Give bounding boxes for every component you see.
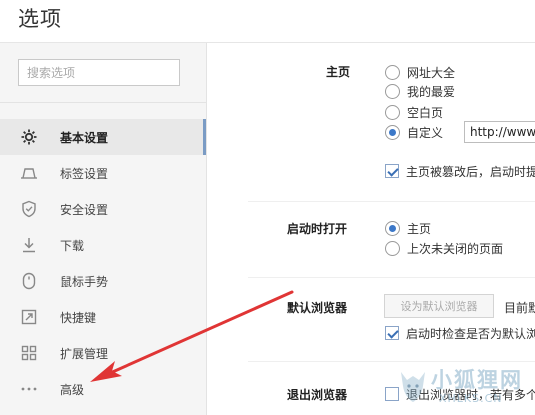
- radio-button[interactable]: [385, 240, 400, 256]
- option-label: 自定义: [407, 125, 444, 140]
- sidebar-item-label: 下载: [60, 238, 85, 253]
- page-title: 选项: [18, 7, 62, 31]
- download-icon: [19, 235, 39, 255]
- mouse-icon: [19, 271, 39, 291]
- watermark: 小狐狸网 XHLKS.CN: [395, 358, 535, 413]
- extensions-icon: [19, 343, 39, 363]
- exit-browser-label: 退出浏览器: [287, 388, 348, 402]
- shield-icon: [19, 199, 39, 219]
- more-icon: [19, 379, 39, 399]
- sidebar-item-mouse-gestures[interactable]: 鼠标手势: [0, 263, 206, 299]
- option-label: 启动时检查是否为默认浏: [406, 326, 535, 341]
- sidebar-item-label: 基本设置: [60, 130, 109, 145]
- homepage-option-favorites[interactable]: 我的最爱: [385, 82, 455, 100]
- default-browser-label: 默认浏览器: [287, 301, 348, 315]
- watermark-url: XHLKS.CN: [439, 392, 503, 405]
- sidebar-item-label: 扩展管理: [60, 346, 109, 361]
- watermark-text: 小狐狸网: [431, 368, 523, 392]
- homepage-label: 主页: [326, 65, 351, 79]
- homepage-option-blank[interactable]: 空白页: [385, 103, 443, 121]
- radio-button[interactable]: [385, 83, 400, 99]
- sidebar-item-security[interactable]: 安全设置: [0, 191, 206, 227]
- sidebar: 基本设置 标签设置 安全设置 下载 鼠标手势 快捷键 扩展管理: [0, 43, 207, 415]
- option-label: 我的最爱: [407, 84, 456, 99]
- option-label: 空白页: [407, 105, 444, 120]
- section-divider: [248, 277, 535, 278]
- startup-option-restore[interactable]: 上次未关闭的页面: [385, 239, 503, 257]
- window-header: 选项: [0, 0, 535, 42]
- sidebar-item-label: 快捷键: [60, 310, 97, 325]
- search-input[interactable]: [18, 59, 180, 86]
- sidebar-divider: [0, 102, 206, 103]
- radio-button[interactable]: [385, 104, 400, 120]
- startup-option-homepage[interactable]: 主页: [385, 219, 431, 237]
- sidebar-item-label: 标签设置: [60, 166, 109, 181]
- gear-icon: [19, 127, 39, 147]
- option-label: 上次未关闭的页面: [407, 241, 504, 256]
- sidebar-item-shortcuts[interactable]: 快捷键: [0, 299, 206, 335]
- option-label: 主页: [407, 221, 432, 236]
- sidebar-item-label: 鼠标手势: [60, 274, 109, 289]
- sidebar-item-extensions[interactable]: 扩展管理: [0, 335, 206, 371]
- shortcut-icon: [19, 307, 39, 327]
- checkbox-checked[interactable]: [385, 326, 399, 340]
- radio-button-selected[interactable]: [385, 124, 400, 140]
- default-browser-check[interactable]: 启动时检查是否为默认浏: [385, 324, 535, 342]
- homepage-option-custom[interactable]: 自定义: [385, 123, 443, 141]
- sidebar-item-tab-settings[interactable]: 标签设置: [0, 155, 206, 191]
- option-label: 主页被篡改后，启动时提: [406, 164, 535, 179]
- section-divider: [248, 201, 535, 202]
- homepage-url-input[interactable]: [464, 121, 535, 143]
- radio-button-selected[interactable]: [385, 220, 400, 236]
- sidebar-item-basic-settings[interactable]: 基本设置: [0, 119, 206, 155]
- sidebar-item-label: 安全设置: [60, 202, 109, 217]
- radio-button[interactable]: [385, 64, 400, 80]
- sidebar-item-label: 高级: [60, 382, 85, 397]
- default-browser-status: 目前默: [504, 301, 535, 315]
- set-default-browser-button[interactable]: 设为默认浏览器: [384, 294, 494, 318]
- fox-logo-icon: [401, 372, 425, 402]
- option-label: 网址大全: [407, 65, 456, 80]
- homepage-protect-check[interactable]: 主页被篡改后，启动时提: [385, 162, 535, 180]
- sidebar-item-advanced[interactable]: 高级: [0, 371, 206, 407]
- sidebar-item-download[interactable]: 下载: [0, 227, 206, 263]
- checkbox-checked[interactable]: [385, 164, 399, 178]
- startup-label: 启动时打开: [287, 222, 348, 236]
- tab-icon: [19, 163, 39, 183]
- homepage-option-nav[interactable]: 网址大全: [385, 63, 455, 81]
